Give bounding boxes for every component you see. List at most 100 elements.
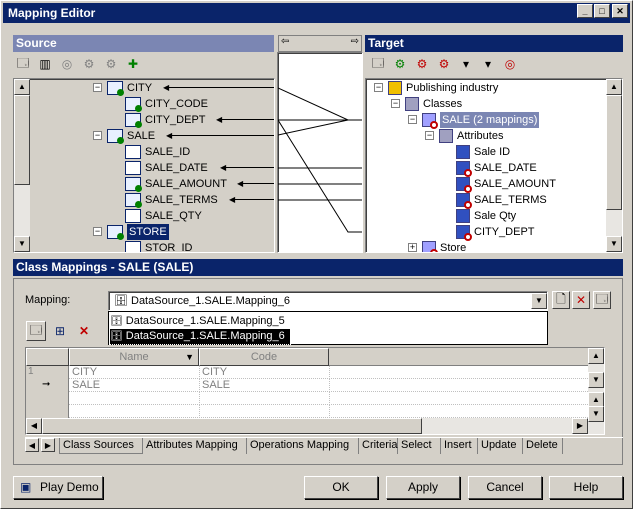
hscroll-thumb[interactable] — [42, 418, 422, 434]
new-mapping-icon[interactable]: 🗋 — [552, 291, 570, 309]
source-item[interactable]: SALE_ID — [145, 144, 190, 160]
row-header[interactable]: 1 — [26, 366, 69, 379]
table-row[interactable]: 1 CITY CITY — [26, 366, 588, 379]
cell-code[interactable]: CITY — [202, 366, 227, 378]
table-row[interactable] — [26, 405, 588, 418]
tab-scroll-right-icon[interactable]: ▶ — [41, 438, 55, 452]
left-arrow-icon[interactable]: ⇦ — [281, 36, 289, 47]
tree-expand-icon[interactable]: ⚙ — [79, 54, 99, 74]
tree-collapse-icon[interactable]: ⚙ — [101, 54, 121, 74]
delete-row-icon[interactable]: ✕ — [74, 321, 94, 341]
target-item[interactable]: Store — [440, 240, 466, 252]
target-item[interactable]: SALE_DATE — [474, 160, 537, 176]
scroll-down-icon[interactable]: ▼ — [606, 236, 622, 252]
properties-icon[interactable]: 🗔 — [368, 54, 388, 74]
dropdown-option[interactable]: 🗄 DataSource_1.SALE.Mapping_5 — [110, 314, 290, 329]
source-item[interactable]: CITY_CODE — [145, 96, 208, 112]
cell-name[interactable]: SALE — [72, 379, 100, 391]
mapping-select[interactable]: 🗄 DataSource_1.SALE.Mapping_6 ▼ — [108, 291, 548, 311]
tab-scroll-left-icon[interactable]: ◀ — [25, 438, 39, 452]
mapping-properties-icon[interactable]: 🗔 — [593, 291, 611, 309]
source-item[interactable]: CITY — [127, 80, 152, 96]
source-item[interactable]: STOR_ID — [145, 240, 192, 252]
dropdown-option-selected[interactable]: 🗄 DataSource_1.SALE.Mapping_6 — [109, 328, 291, 345]
collapse-icon[interactable]: − — [374, 83, 383, 92]
sort-down-icon[interactable]: ▼ — [185, 349, 194, 365]
database-icon[interactable]: ▥ — [35, 54, 55, 74]
target-item[interactable]: Classes — [423, 96, 462, 112]
col-code-header[interactable]: Code — [199, 348, 329, 366]
row-header[interactable] — [26, 392, 69, 405]
source-item[interactable]: SALE_TERMS — [145, 192, 218, 208]
cell-name[interactable]: CITY — [72, 366, 97, 378]
collapse-icon[interactable]: − — [408, 115, 417, 124]
tab-1[interactable]: Attributes Mapping — [143, 438, 247, 454]
tab-6[interactable]: Update — [478, 438, 523, 454]
source-scrollbar[interactable]: ▲ ▼ — [14, 79, 30, 252]
filter-icon[interactable]: ⚙ — [390, 54, 410, 74]
scroll-down-icon[interactable]: ▼ — [14, 236, 30, 252]
source-item[interactable]: CITY_DEPT — [145, 112, 206, 128]
find-icon[interactable]: ◎ — [500, 54, 520, 74]
row-header[interactable]: ➞ — [26, 379, 69, 392]
table-row[interactable] — [26, 392, 588, 405]
cell-code[interactable]: SALE — [202, 379, 230, 391]
collapse-icon[interactable]: − — [93, 227, 102, 236]
source-item[interactable]: SALE_QTY — [145, 208, 202, 224]
scroll-down-icon[interactable]: ▼ — [588, 406, 604, 422]
scroll-down-icon[interactable]: ▼ — [588, 372, 604, 388]
properties-icon[interactable]: 🗔 — [13, 54, 33, 74]
chevron-down-icon[interactable]: ▼ — [531, 293, 547, 309]
scroll-up-icon[interactable]: ▲ — [588, 348, 604, 364]
help-button[interactable]: Help — [549, 476, 623, 499]
minimize-icon[interactable]: _ — [577, 4, 593, 18]
col-name-header[interactable]: Name ▼ — [69, 348, 199, 366]
source-item[interactable]: SALE_AMOUNT — [145, 176, 227, 192]
cancel-button[interactable]: Cancel — [468, 476, 542, 499]
add-source-icon[interactable]: ✚ — [123, 54, 143, 74]
collapse-icon[interactable]: − — [93, 83, 102, 92]
collapse-icon[interactable]: − — [93, 131, 102, 140]
tab-0[interactable]: Class Sources — [59, 438, 143, 454]
add-rows-icon[interactable]: ⊞ — [50, 321, 70, 341]
grid-scrollbar[interactable]: ▲ ▼ ▲ ▼ — [588, 348, 604, 434]
source-item[interactable]: STORE — [127, 224, 169, 240]
sort-icon[interactable]: ▾ — [478, 54, 498, 74]
expand-icon[interactable]: + — [408, 243, 417, 252]
source-item[interactable]: SALE — [127, 128, 155, 144]
target-item[interactable]: SALE_AMOUNT — [474, 176, 556, 192]
grid-properties-icon[interactable]: 🗔 — [26, 321, 46, 341]
target-item[interactable]: Sale Qty — [474, 208, 516, 224]
tab-4[interactable]: Select — [398, 438, 441, 454]
close-icon[interactable]: ✕ — [612, 4, 628, 18]
scroll-thumb[interactable] — [606, 95, 622, 210]
options-icon[interactable]: ▾ — [456, 54, 476, 74]
target-item[interactable]: Attributes — [457, 128, 503, 144]
right-arrow-icon[interactable]: ⇨ — [351, 36, 359, 47]
table-row[interactable]: ➞ SALE SALE — [26, 379, 588, 392]
delete-mapping-icon[interactable]: ✕ — [572, 291, 590, 309]
delete-source-icon[interactable]: ◎ — [57, 54, 77, 74]
grid-hscrollbar[interactable]: ◀ ▶ — [26, 418, 588, 434]
scroll-thumb[interactable] — [14, 95, 30, 185]
ok-button[interactable]: OK — [304, 476, 378, 499]
target-item[interactable]: Sale ID — [474, 144, 510, 160]
scroll-left-icon[interactable]: ◀ — [26, 418, 42, 434]
scroll-up-icon[interactable]: ▲ — [14, 79, 30, 95]
tab-5[interactable]: Insert — [441, 438, 478, 454]
maximize-icon[interactable]: □ — [594, 4, 610, 18]
collapse-icon[interactable]: − — [391, 99, 400, 108]
filter3-icon[interactable]: ⚙ — [434, 54, 454, 74]
target-item[interactable]: SALE_TERMS — [474, 192, 547, 208]
source-item[interactable]: SALE_DATE — [145, 160, 208, 176]
filter2-icon[interactable]: ⚙ — [412, 54, 432, 74]
tab-2[interactable]: Operations Mapping — [247, 438, 359, 454]
tab-3[interactable]: Criteria — [359, 438, 398, 454]
target-item[interactable]: CITY_DEPT — [474, 224, 535, 240]
scroll-right-icon[interactable]: ▶ — [572, 418, 588, 434]
target-item[interactable]: SALE (2 mappings) — [440, 112, 540, 128]
apply-button[interactable]: Apply — [386, 476, 460, 499]
play-demo-button[interactable]: ▣ Play Demo — [13, 476, 103, 499]
collapse-icon[interactable]: − — [425, 131, 434, 140]
scroll-up-icon[interactable]: ▲ — [606, 79, 622, 95]
